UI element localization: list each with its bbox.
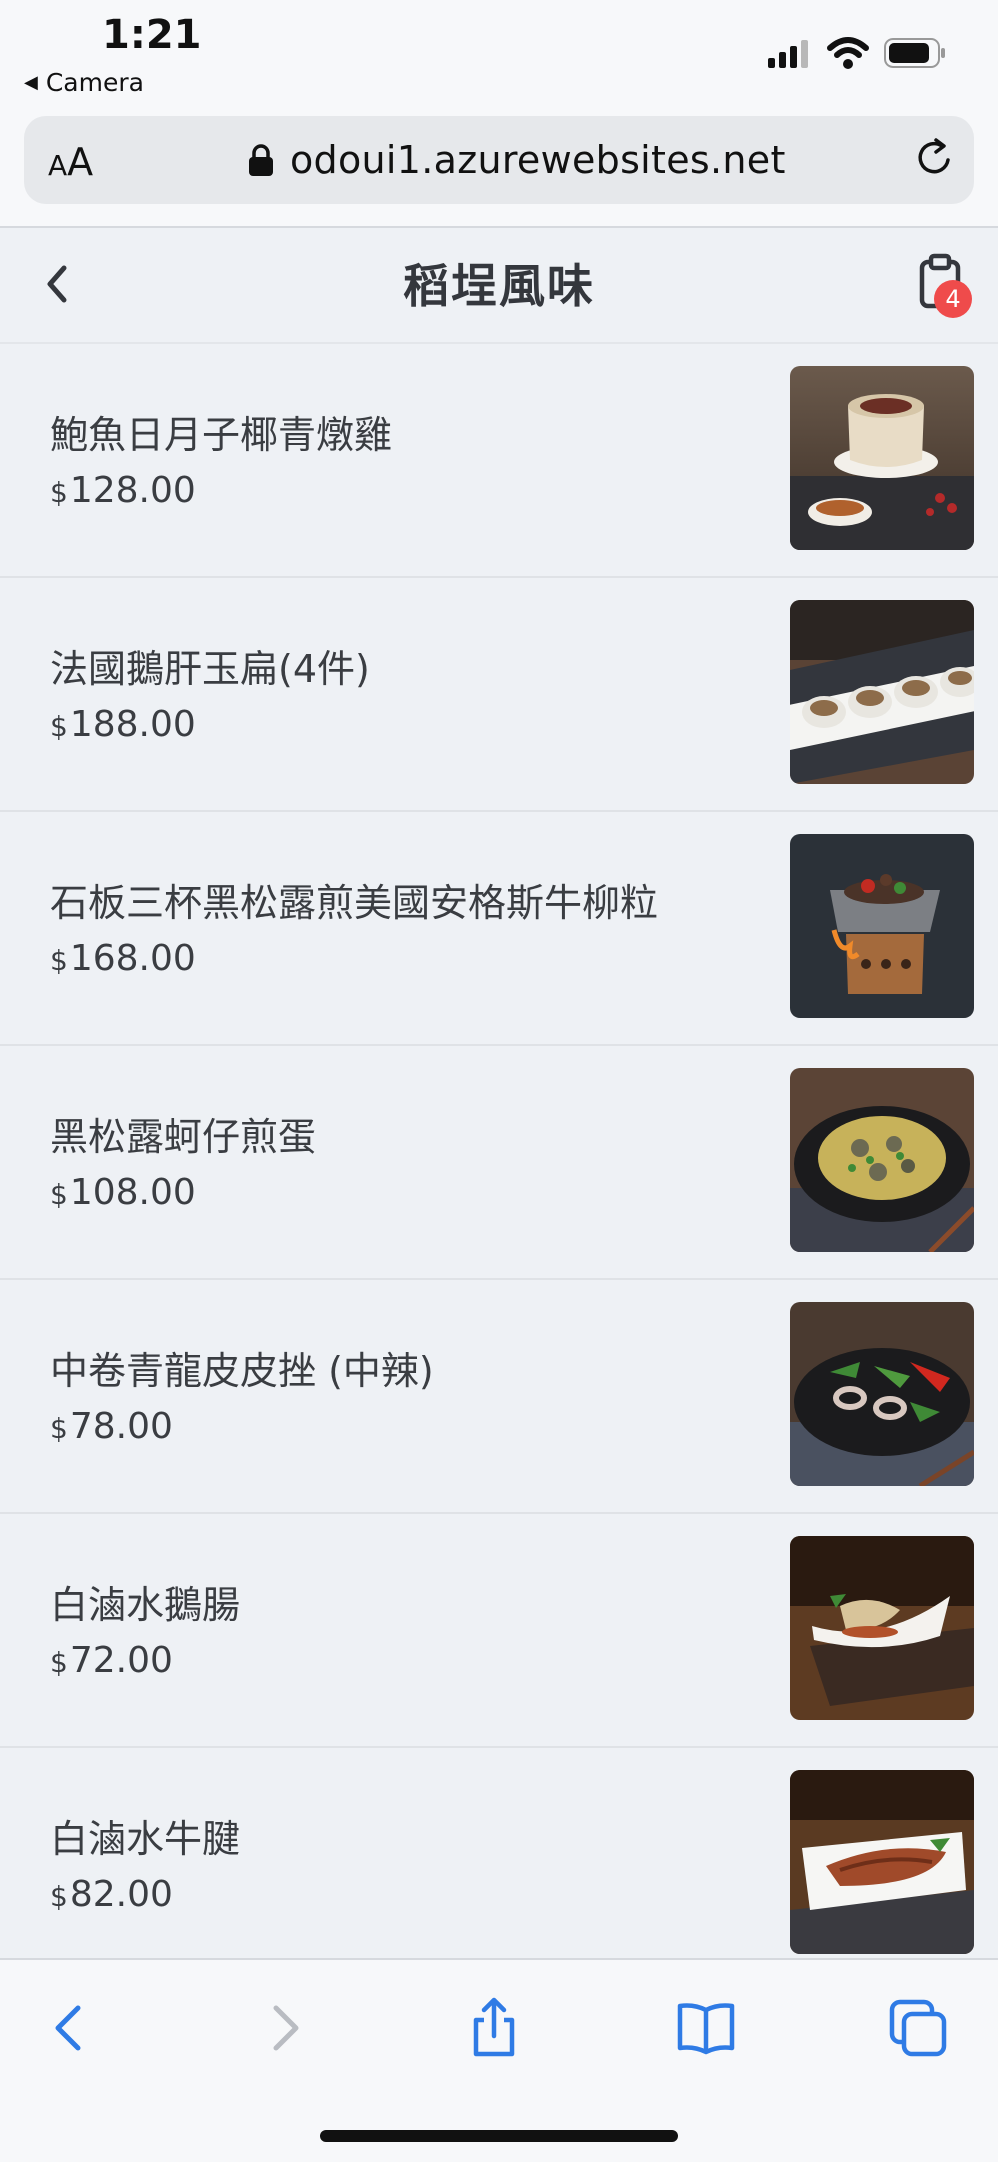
item-price: $128.00 [50,470,196,511]
share-icon[interactable] [462,1996,526,2060]
status-bar: 1:21 ◀ Camera [0,0,998,110]
address-bar[interactable]: AA odoui1.azurewebsites.net [24,116,974,204]
item-price: $82.00 [50,1874,173,1915]
wifi-icon [827,37,869,69]
browser-back-icon[interactable] [38,1996,102,2060]
url-text[interactable]: odoui1.azurewebsites.net [290,138,786,182]
item-price: $78.00 [50,1406,173,1447]
item-name: 白滷水牛腱 [50,1817,241,1861]
menu-list: 鮑魚日月子椰青燉雞 $128.00 法國鵝肝玉扁(4件) $188.00 石板三… [0,344,998,1982]
braised-beef-shank-image[interactable] [790,1770,974,1954]
menu-item[interactable]: 石板三杯黑松露煎美國安格斯牛柳粒 $168.00 [0,812,998,1046]
home-indicator [320,2130,678,2142]
menu-item[interactable]: 法國鵝肝玉扁(4件) $188.00 [0,578,998,812]
menu-item[interactable]: 白滷水牛腱 $82.00 [0,1748,998,1982]
tabs-icon[interactable] [886,1996,950,2060]
reload-icon[interactable] [912,136,956,180]
stone-plate-beef-image[interactable] [790,834,974,1018]
cellular-signal-icon [768,40,808,68]
browser-address-area: AA odoui1.azurewebsites.net [0,110,998,228]
item-name: 白滷水鵝腸 [50,1583,241,1627]
menu-item[interactable]: 中卷青龍皮皮挫 (中辣) $78.00 [0,1280,998,1514]
battery-icon [884,38,945,68]
menu-item[interactable]: 鮑魚日月子椰青燉雞 $128.00 [0,344,998,578]
item-price: $72.00 [50,1640,173,1681]
back-app-label: Camera [45,68,144,97]
status-time: 1:21 [102,12,202,58]
item-name: 黑松露蚵仔煎蛋 [50,1115,317,1159]
item-name: 石板三杯黑松露煎美國安格斯牛柳粒 [50,881,659,925]
browser-forward-icon[interactable] [252,1996,316,2060]
lock-icon [249,144,273,176]
foie-gras-bites-image[interactable] [790,600,974,784]
menu-item[interactable]: 白滷水鵝腸 $72.00 [0,1514,998,1748]
item-price: $188.00 [50,704,196,745]
item-name: 鮑魚日月子椰青燉雞 [50,413,393,457]
item-name: 中卷青龍皮皮挫 (中辣) [50,1349,434,1393]
bookmarks-icon[interactable] [674,1996,738,2060]
menu-item[interactable]: 黑松露蚵仔煎蛋 $108.00 [0,1046,998,1280]
item-price: $168.00 [50,938,196,979]
app-header: 稻埕風味 4 [0,228,998,344]
back-to-camera-link[interactable]: ◀ Camera [24,68,144,97]
text-size-button[interactable]: AA [48,140,93,184]
braised-goose-intestine-image[interactable] [790,1536,974,1720]
coconut-chicken-soup-image[interactable] [790,366,974,550]
squid-stir-fry-image[interactable] [790,1302,974,1486]
cart-count-badge: 4 [934,280,972,318]
page-title: 稻埕風味 [403,259,595,313]
oyster-omelette-image[interactable] [790,1068,974,1252]
item-price: $108.00 [50,1172,196,1213]
item-name: 法國鵝肝玉扁(4件) [50,647,370,691]
back-triangle-icon: ◀ [24,72,38,93]
